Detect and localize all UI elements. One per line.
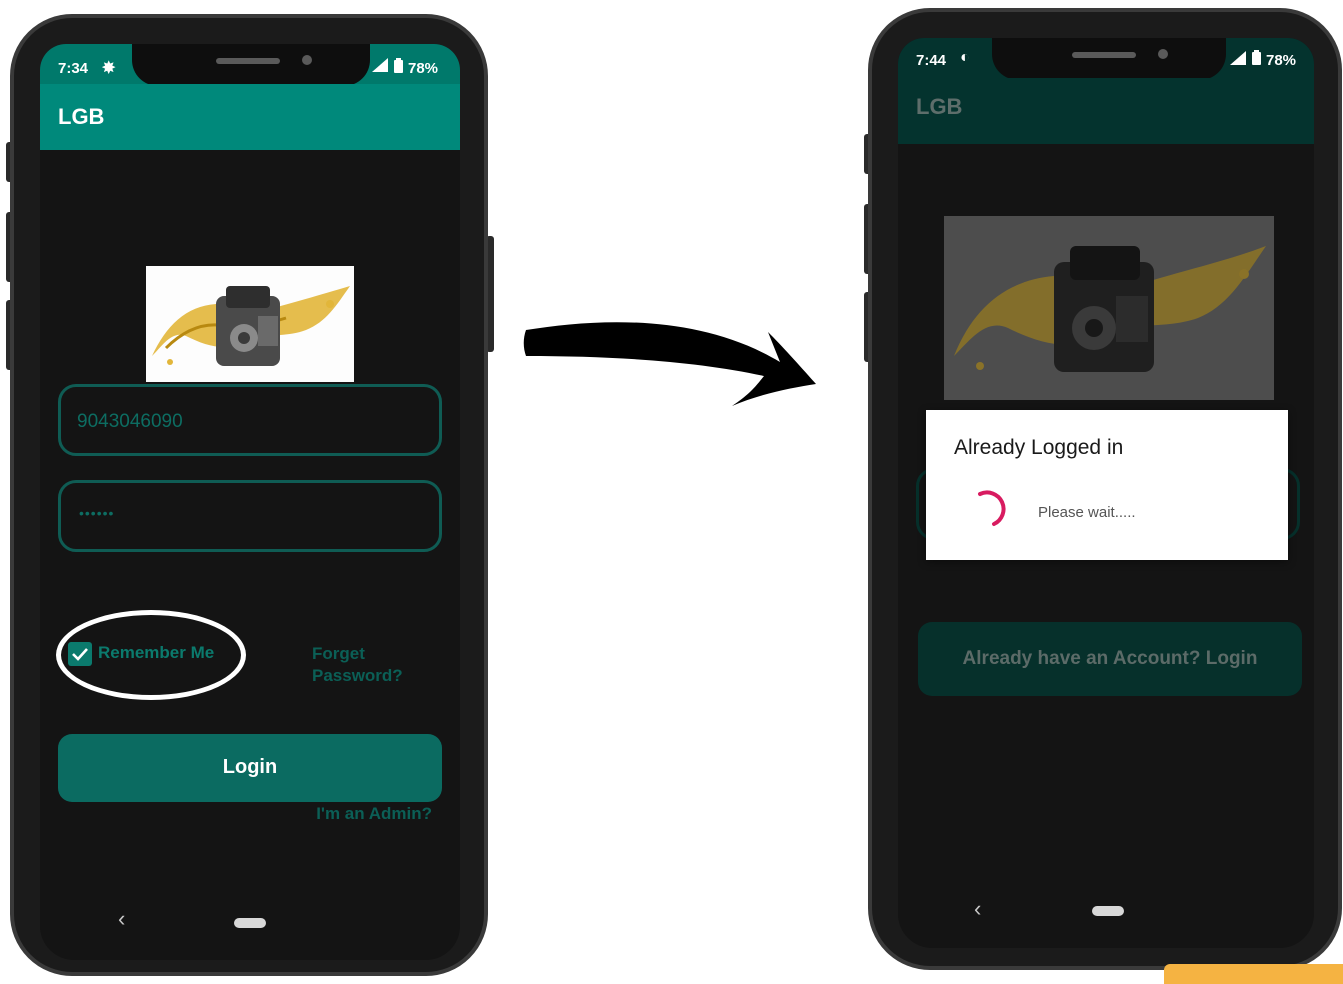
password-field[interactable]: •••••• bbox=[58, 480, 442, 552]
loading-spinner-icon bbox=[978, 490, 1006, 526]
phone-number-field[interactable]: 9043046090 bbox=[58, 384, 442, 456]
login-button-label: Login bbox=[222, 756, 278, 778]
login-button[interactable]: Login bbox=[58, 734, 442, 802]
battery-icon bbox=[394, 58, 403, 77]
dialog-message: Please wait..... bbox=[1038, 504, 1136, 521]
battery-percent: 78% bbox=[1266, 52, 1297, 69]
app-bar: LGB bbox=[898, 78, 1314, 144]
notch bbox=[992, 38, 1226, 80]
already-account-button[interactable]: Already have an Account? Login bbox=[918, 622, 1302, 696]
phone-frame-left: 7:34 ✸ 78% LGB 9043046090 •••••• Remembe… bbox=[10, 14, 488, 976]
screen-left: 7:34 ✸ 78% LGB 9043046090 •••••• Remembe… bbox=[40, 44, 460, 960]
nav-bar: ‹ bbox=[898, 888, 1314, 948]
app-title: LGB bbox=[916, 94, 963, 119]
dialog-title: Already Logged in bbox=[954, 436, 1124, 459]
screen-right: 7:44 ◐ 78% LGB Already Logged in Please … bbox=[898, 38, 1314, 948]
speaker bbox=[216, 58, 280, 64]
engine-logo-image bbox=[146, 266, 354, 382]
speaker bbox=[1072, 52, 1136, 58]
engine-logo-image bbox=[944, 216, 1274, 400]
notification-icon: ◐ bbox=[960, 49, 970, 66]
corner-accent bbox=[1164, 964, 1343, 984]
home-icon[interactable] bbox=[234, 918, 266, 928]
signal-icon bbox=[372, 58, 388, 76]
phone-number-value: 9043046090 bbox=[77, 411, 183, 432]
progress-dialog: Already Logged in Please wait..... bbox=[926, 410, 1288, 560]
password-value: •••••• bbox=[79, 505, 115, 521]
status-time: 7:34 bbox=[58, 60, 89, 77]
app-bar: LGB bbox=[40, 84, 460, 150]
remember-me-highlight-ring bbox=[56, 610, 246, 700]
home-icon[interactable] bbox=[1092, 906, 1124, 916]
battery-percent: 78% bbox=[408, 60, 439, 77]
front-camera bbox=[1158, 49, 1168, 59]
nav-bar: ‹ bbox=[40, 900, 460, 960]
signal-icon bbox=[1230, 51, 1246, 69]
front-camera bbox=[302, 55, 312, 65]
already-account-label: Already have an Account? Login bbox=[962, 648, 1258, 669]
back-icon[interactable]: ‹ bbox=[118, 906, 125, 932]
transition-arrow-icon bbox=[523, 322, 816, 406]
back-icon[interactable]: ‹ bbox=[974, 896, 981, 922]
app-title: LGB bbox=[58, 104, 105, 129]
battery-icon bbox=[1252, 50, 1261, 69]
notification-icon: ✸ bbox=[102, 60, 116, 77]
phone-frame-right: 7:44 ◐ 78% LGB Already Logged in Please … bbox=[868, 8, 1342, 970]
notch bbox=[132, 44, 370, 86]
status-time: 7:44 bbox=[916, 52, 947, 69]
admin-link[interactable]: I'm an Admin? bbox=[316, 804, 432, 824]
forgot-password-link[interactable]: Forget Password? bbox=[312, 643, 403, 687]
